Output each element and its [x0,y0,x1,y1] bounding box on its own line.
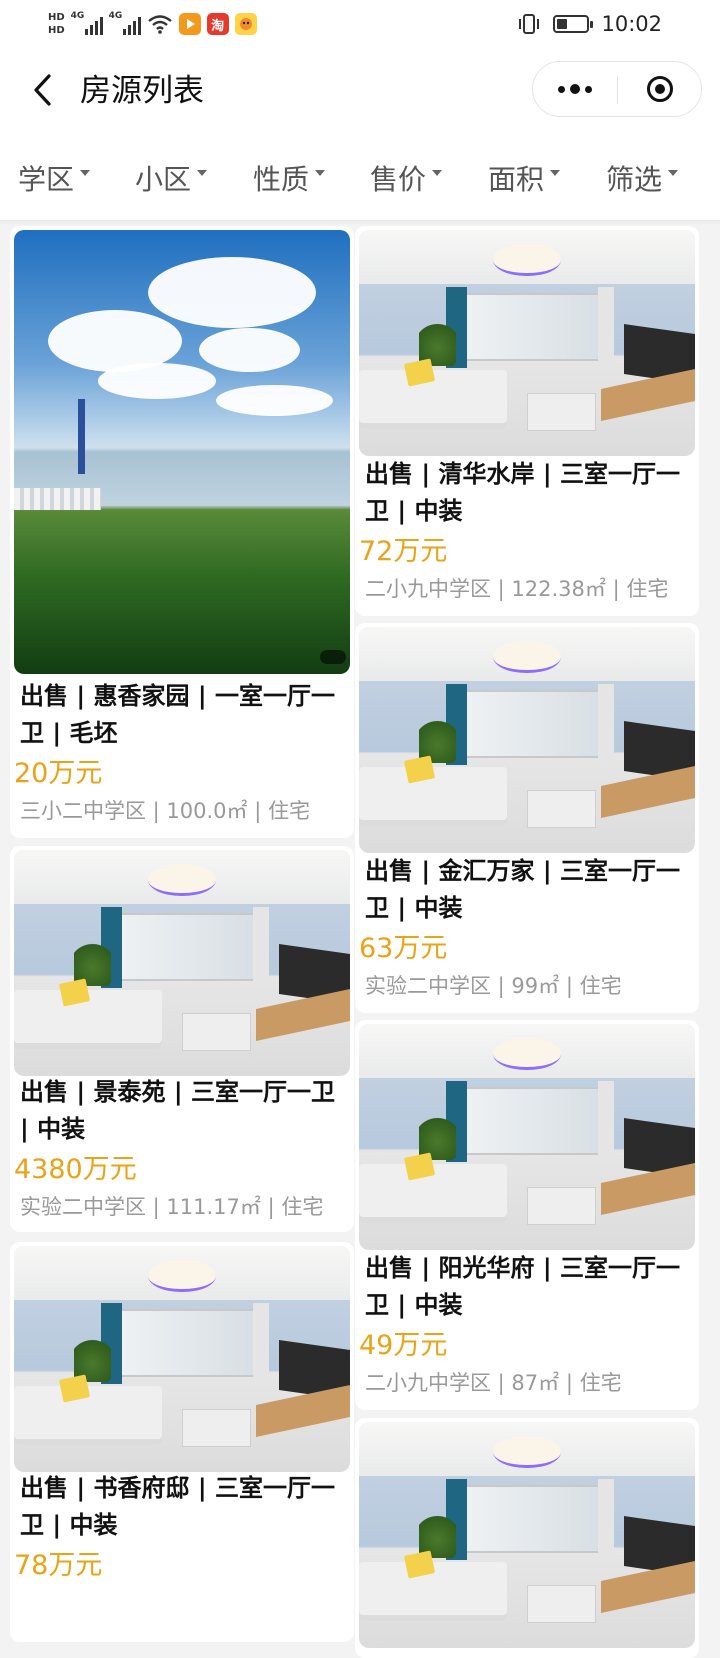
chevron-left-icon [34,74,51,106]
more-button[interactable] [533,62,617,116]
battery-fill [557,19,568,29]
listing-card[interactable]: 出售 | 惠香家园 | 一室一厅一卫 | 毛坯 20万元 三小二中学区 | 10… [10,226,354,838]
filter-school-district[interactable]: 学区 [18,158,91,198]
close-miniprogram-button[interactable] [618,62,702,116]
taobao-app-glyph: 淘 [211,18,225,34]
listing-card[interactable]: 出售 | 金汇万家 | 三室一厅一卫 | 中装 63万元 实验二中学区 | 99… [355,623,699,1013]
hd2-label: HD [48,25,65,36]
listing-photo [14,850,350,1076]
hd1-label: HD [48,12,65,23]
hd-indicator: HD HD [48,11,65,37]
filter-label: 小区 [135,163,192,196]
listing-meta: 三小二中学区 | 100.0㎡ | 住宅 [20,799,310,823]
caret-down-icon [668,170,679,176]
vibrate-icon [519,14,540,34]
more-dot-icon [558,85,565,93]
mascot-app-icon [234,13,257,35]
filter-property-type[interactable]: 性质 [253,158,326,198]
taobao-app-icon: 淘 [206,13,229,35]
filter-price[interactable]: 售价 [370,158,443,198]
listing-price: 49万元 [359,1330,448,1361]
clock: 10:02 [601,12,662,36]
living-room-photo [359,1024,695,1250]
living-room-photo [359,1422,695,1648]
listing-card[interactable]: 出售 | 阳光华府 | 三室一厅一卫 | 中装 49万元 二小九中学区 | 87… [355,1020,699,1410]
page-title: 房源列表 [80,73,204,109]
watermark-badge [320,650,346,664]
network-type-label-2: 4G [108,11,123,21]
filter-community[interactable]: 小区 [135,158,208,198]
caret-down-icon [432,170,443,176]
living-room-photo [14,1246,350,1472]
listing-price: 63万元 [359,933,448,964]
listing-title: 出售 | 阳光华府 | 三室一厅一卫 | 中装 [365,1254,680,1319]
listing-title: 出售 | 惠香家园 | 一室一厅一卫 | 毛坯 [20,682,335,747]
caret-down-icon [197,170,208,176]
lake-photo [14,230,350,674]
filter-label: 面积 [488,163,545,196]
listing-photo [359,627,695,853]
living-room-photo [359,230,695,456]
network-type-label: 4G [70,11,85,21]
filter-more[interactable]: 筛选 [606,158,679,198]
filter-label: 学区 [18,163,75,196]
filter-area[interactable]: 面积 [488,158,561,198]
nav-bar: 房源列表 [0,48,720,134]
wifi-icon [147,15,172,34]
caret-down-icon [315,170,326,176]
listing-card[interactable]: 出售 | 景泰苑 | 三室一厅一卫 | 中装 4380万元 实验二中学区 | 1… [10,846,354,1232]
listing-card[interactable]: 出售 | 清华水岸 | 三室一厅一卫 | 中装 72万元 二小九中学区 | 12… [355,226,699,616]
listing-title: 出售 | 书香府邸 | 三室一厅一卫 | 中装 [20,1474,335,1539]
more-dot-icon [585,85,592,93]
status-bar-left: HD HD 4G 4G 淘 [48,4,257,44]
miniprogram-capsule [532,61,702,117]
filter-label: 性质 [253,163,310,196]
listing-photo [14,230,350,674]
filter-bar: 学区 小区 性质 售价 面积 筛选 [0,134,720,221]
living-room-photo [14,850,350,1076]
listing-meta: 二小九中学区 | 122.38㎡ | 住宅 [365,577,669,601]
signal-icon: 4G [70,11,103,35]
listing-title: 出售 | 景泰苑 | 三室一厅一卫 | 中装 [20,1078,335,1143]
status-bar: HD HD 4G 4G 淘 10:02 [0,0,720,48]
status-bar-right: 10:02 [517,10,662,38]
listing-price: 4380万元 [14,1154,137,1185]
target-icon [647,76,673,102]
listing-photo [359,230,695,456]
living-room-photo [359,627,695,853]
listing-title: 出售 | 清华水岸 | 三室一厅一卫 | 中装 [365,460,680,525]
video-app-icon [178,13,201,35]
back-button[interactable] [22,70,62,110]
listing-price: 78万元 [14,1550,103,1581]
listing-photo [359,1422,695,1648]
listing-title: 出售 | 金汇万家 | 三室一厅一卫 | 中装 [365,857,680,922]
listing-meta: 实验二中学区 | 99㎡ | 住宅 [365,974,622,998]
listing-meta: 二小九中学区 | 87㎡ | 住宅 [365,1371,622,1395]
listing-price: 20万元 [14,758,103,789]
listing-photo [14,1246,350,1472]
listing-meta: 实验二中学区 | 111.17㎡ | 住宅 [20,1195,324,1219]
filter-label: 筛选 [606,163,663,196]
listing-card[interactable] [355,1418,699,1658]
filter-label: 售价 [370,163,427,196]
listing-card[interactable]: 出售 | 书香府邸 | 三室一厅一卫 | 中装 78万元 [10,1242,354,1642]
caret-down-icon [80,170,91,176]
caret-down-icon [550,170,561,176]
more-dot-icon [570,84,580,94]
listing-price: 72万元 [359,536,448,567]
battery-icon [553,15,594,33]
signal-icon-2: 4G [108,11,141,35]
listing-photo [359,1024,695,1250]
